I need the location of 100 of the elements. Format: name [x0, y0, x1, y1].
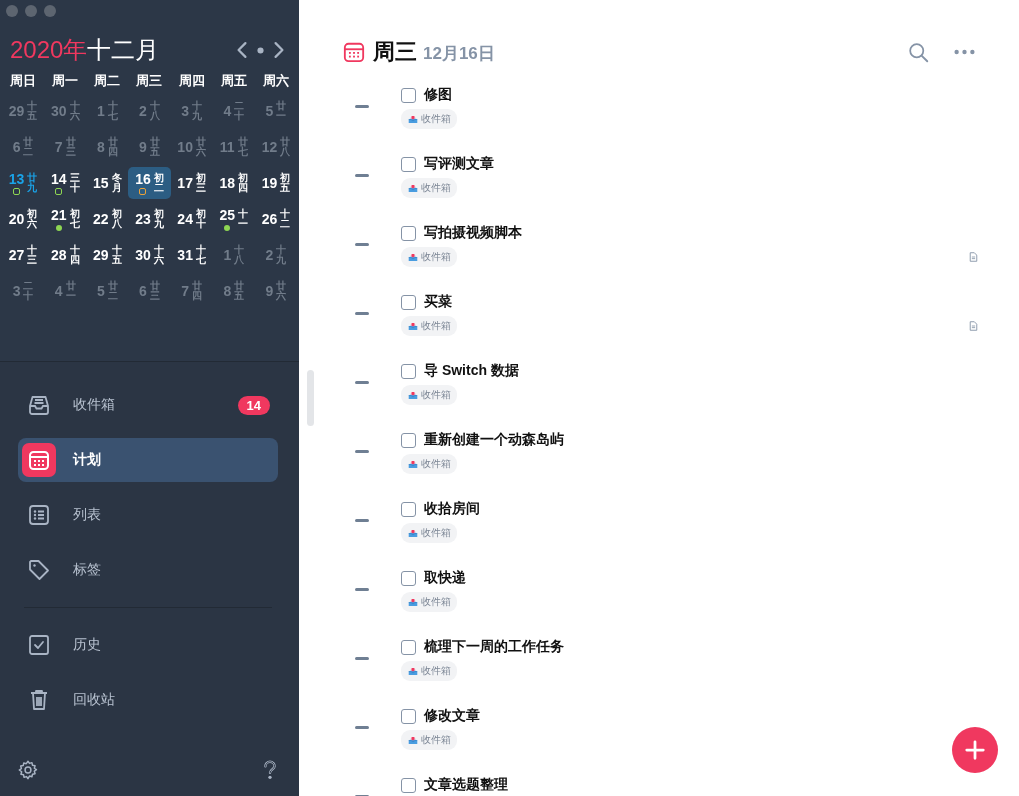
weekday-label: 周日: [9, 72, 38, 90]
drag-handle[interactable]: [355, 312, 369, 315]
checkbox[interactable]: [401, 639, 416, 655]
day-number: 6: [139, 283, 147, 299]
sidebar-item[interactable]: 收件箱 14: [18, 383, 278, 427]
today-dot-icon[interactable]: [257, 46, 264, 54]
checkbox[interactable]: [401, 156, 416, 172]
window-control[interactable]: [25, 5, 37, 17]
task-title: 收拾房间: [424, 500, 480, 518]
lunar-date: 十七: [107, 100, 118, 122]
list-tag[interactable]: 收件箱: [401, 592, 457, 612]
list-tag[interactable]: 收件箱: [401, 247, 457, 267]
sidebar-item[interactable]: 回收站: [18, 678, 278, 722]
settings-icon[interactable]: [17, 759, 39, 781]
sidebar-item[interactable]: 列表: [18, 493, 278, 537]
list-tag[interactable]: 收件箱: [401, 178, 457, 198]
search-icon[interactable]: [908, 41, 929, 63]
chevron-left-icon[interactable]: [236, 41, 248, 59]
lunar-date: 廿四: [107, 136, 118, 158]
day-number: 29: [93, 247, 109, 263]
drag-handle[interactable]: [355, 243, 369, 246]
checkbox[interactable]: [401, 363, 416, 379]
list-tag[interactable]: 收件箱: [401, 316, 457, 336]
list-tag[interactable]: 收件箱: [401, 454, 457, 474]
window-control[interactable]: [44, 5, 56, 17]
tag-label: 收件箱: [421, 181, 451, 195]
day-number: 7: [54, 139, 63, 155]
calendar-icon: [343, 41, 365, 63]
checkbox[interactable]: [401, 87, 416, 103]
drag-handle[interactable]: [355, 519, 369, 522]
checkbox[interactable]: [401, 777, 416, 793]
plus-icon: [964, 739, 986, 761]
drag-handle[interactable]: [355, 105, 369, 108]
sidebar-label: 计划: [73, 451, 101, 469]
sidebar-label: 回收站: [73, 691, 115, 709]
checkbox[interactable]: [401, 501, 416, 517]
weekday-label: 周六: [261, 72, 290, 90]
calendar-icon: [27, 448, 51, 472]
lunar-date: 廿五: [149, 136, 160, 158]
lunar-date: 廿三: [149, 280, 160, 302]
lunar-date: 廿三: [65, 136, 76, 158]
checkbox[interactable]: [401, 294, 416, 310]
lunar-date: 十二: [280, 208, 291, 230]
drag-handle[interactable]: [355, 726, 369, 729]
checkbox[interactable]: [401, 570, 416, 586]
inbox-tray-icon: [408, 183, 418, 193]
more-icon[interactable]: [954, 49, 975, 55]
list-tag[interactable]: 收件箱: [401, 523, 457, 543]
checkbox[interactable]: [401, 708, 416, 724]
day-number: 15: [93, 175, 109, 191]
list-tag[interactable]: 收件箱: [401, 730, 457, 750]
day-number: 19: [261, 175, 278, 191]
lunar-date: 廿九: [27, 172, 38, 194]
lunar-date: 十五: [27, 100, 38, 122]
day-number: 31: [177, 247, 193, 263]
sidebar-label: 历史: [73, 636, 101, 654]
day-number: 28: [50, 247, 67, 263]
day-number: 11: [219, 139, 235, 155]
window-control[interactable]: [6, 5, 18, 17]
weekday-label: 周二: [93, 72, 122, 90]
list-tag[interactable]: 收件箱: [401, 661, 457, 681]
task-title: 修改文章: [424, 707, 480, 725]
list-tag[interactable]: 收件箱: [401, 109, 457, 129]
lunar-date: 初二: [153, 172, 164, 194]
checkbox[interactable]: [401, 432, 416, 448]
day-number: 8: [96, 139, 105, 155]
list-tag[interactable]: 收件箱: [401, 385, 457, 405]
weekday-label: 周一: [51, 72, 80, 90]
tag-label: 收件箱: [421, 250, 451, 264]
sidebar-item[interactable]: 历史: [18, 623, 278, 667]
day-number: 23: [135, 211, 151, 227]
lunar-date: 廿二: [107, 280, 118, 302]
day-number: 9: [265, 283, 274, 299]
lunar-date: 初八: [111, 208, 122, 230]
inbox-tray-icon: [408, 666, 418, 676]
drag-handle[interactable]: [355, 381, 369, 384]
day-number: 16: [135, 171, 151, 187]
lunar-date: 初十: [195, 208, 206, 230]
day-number: 5: [96, 283, 105, 299]
day-number: 8: [223, 283, 232, 299]
sidebar-label: 标签: [73, 561, 101, 579]
drag-handle[interactable]: [355, 657, 369, 660]
lunar-date: 初七: [69, 208, 80, 230]
sidebar-item[interactable]: 计划: [18, 438, 278, 482]
lunar-date: 冬月: [111, 172, 122, 194]
drag-handle[interactable]: [355, 588, 369, 591]
chevron-right-icon[interactable]: [273, 41, 285, 59]
inbox-tray-icon: [408, 459, 418, 469]
add-button[interactable]: [952, 727, 998, 773]
sidebar-item[interactable]: 标签: [18, 548, 278, 592]
lunar-date: 廿六: [195, 136, 206, 158]
checkbox[interactable]: [401, 225, 416, 241]
drag-handle[interactable]: [355, 450, 369, 453]
drag-handle[interactable]: [355, 174, 369, 177]
scroll-bar[interactable]: [307, 370, 314, 426]
task-title: 修图: [424, 86, 452, 104]
weekday-label: 周四: [177, 72, 206, 90]
lunar-date: 十九: [276, 244, 287, 266]
day-number: 18: [219, 175, 236, 191]
day-number: 26: [261, 211, 278, 227]
